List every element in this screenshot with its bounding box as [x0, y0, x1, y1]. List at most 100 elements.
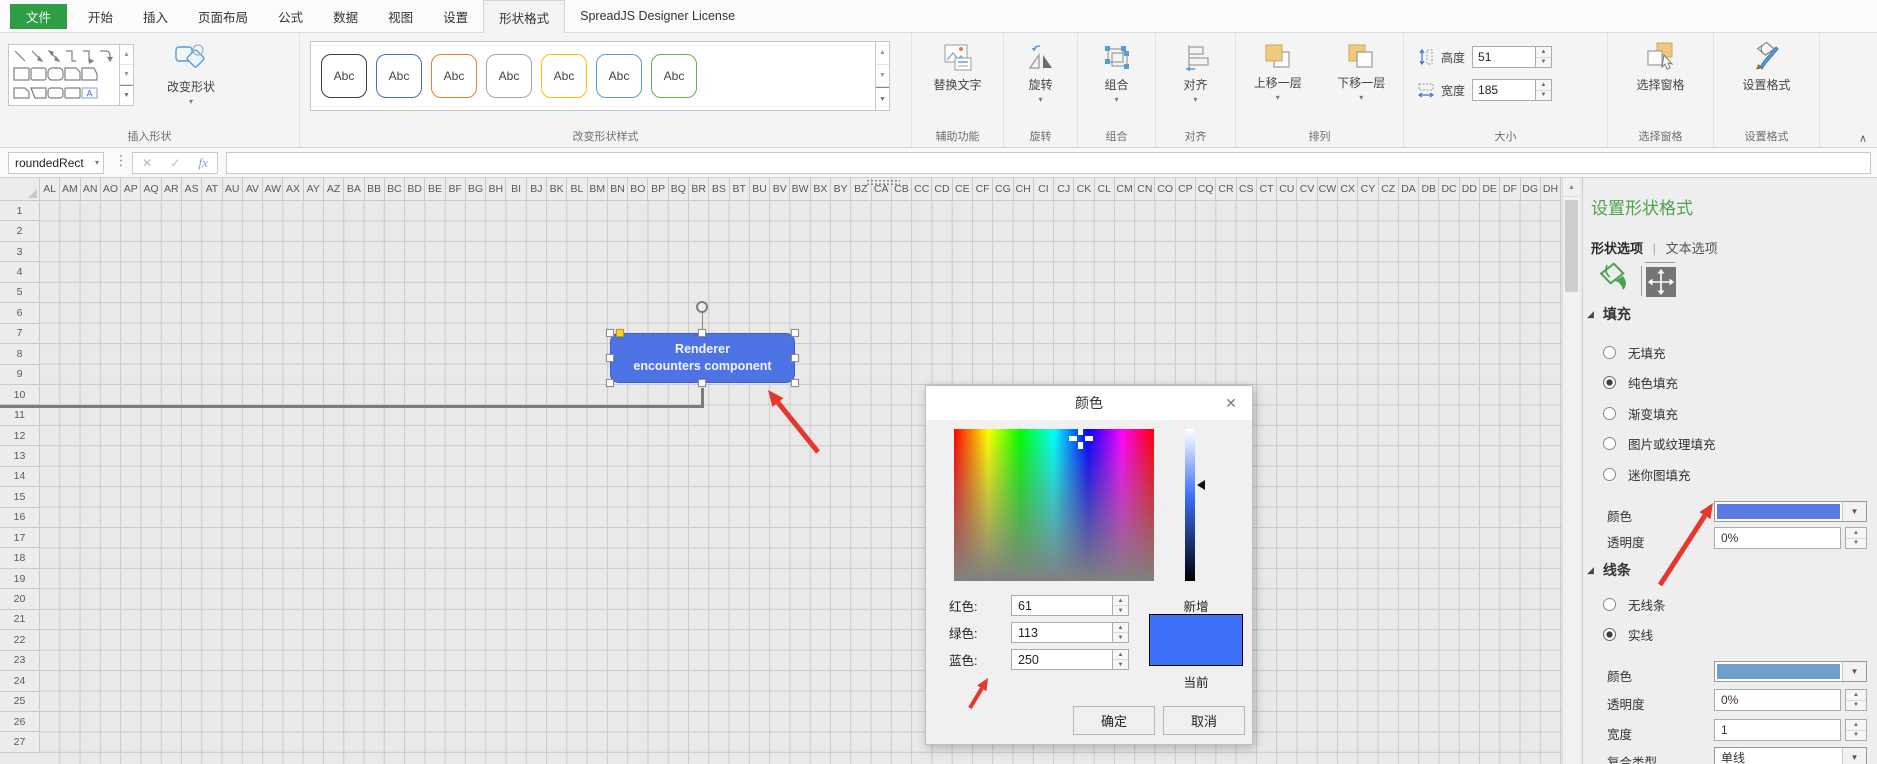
column-header-BL[interactable]: BL: [567, 178, 588, 201]
column-header-BE[interactable]: BE: [425, 178, 446, 201]
row-header-6[interactable]: 6: [0, 303, 40, 324]
selection-pane-button[interactable]: 选择窗格: [1608, 33, 1713, 93]
spin-down-icon[interactable]: ▼: [1113, 606, 1128, 615]
column-header-BB[interactable]: BB: [364, 178, 385, 201]
column-header-BN[interactable]: BN: [607, 178, 629, 201]
line-option[interactable]: 无线条: [1603, 589, 1853, 620]
column-header-CI[interactable]: CI: [1033, 178, 1055, 201]
column-header-CP[interactable]: CP: [1175, 178, 1197, 201]
tab-insert[interactable]: 插入: [128, 0, 183, 32]
resize-handle-ne[interactable]: [791, 329, 799, 337]
radio-icon[interactable]: [1603, 406, 1616, 420]
row-header-12[interactable]: 12: [0, 425, 40, 447]
column-header-BU[interactable]: BU: [749, 178, 771, 201]
column-header-CK[interactable]: CK: [1074, 178, 1095, 201]
column-header-AP[interactable]: AP: [121, 178, 142, 201]
column-header-AO[interactable]: AO: [100, 178, 122, 201]
shape-style-7[interactable]: Abc: [651, 54, 697, 98]
fill-option[interactable]: 图片或纹理填充: [1603, 429, 1853, 460]
column-header-AU[interactable]: AU: [222, 178, 243, 201]
row-header-23[interactable]: 23: [0, 650, 40, 672]
shape-gallery[interactable]: A: [8, 44, 120, 106]
column-header-AQ[interactable]: AQ: [141, 178, 162, 201]
radio-icon[interactable]: [1603, 345, 1616, 359]
splitter-handle[interactable]: [866, 179, 900, 186]
dialog-title-bar[interactable]: 颜色 ✕: [926, 386, 1252, 420]
column-header-CH[interactable]: CH: [1013, 178, 1034, 201]
style-gallery-scrollbar[interactable]: ▲ ▼ ▼: [876, 41, 890, 111]
red-input[interactable]: 61 ▲ ▼: [1011, 595, 1129, 616]
fx-icon[interactable]: fx: [199, 155, 208, 171]
column-header-CM[interactable]: CM: [1114, 178, 1136, 201]
connector-line-horizontal[interactable]: [0, 405, 703, 408]
radio-icon[interactable]: [1603, 437, 1616, 451]
width-spinner[interactable]: 185 ▲ ▼: [1472, 79, 1553, 101]
column-header-BK[interactable]: BK: [547, 178, 568, 201]
column-header-CN[interactable]: CN: [1135, 178, 1156, 201]
column-header-DC[interactable]: DC: [1439, 178, 1460, 201]
column-header-AN[interactable]: AN: [80, 178, 101, 201]
column-header-DB[interactable]: DB: [1419, 178, 1440, 201]
column-header-CT[interactable]: CT: [1256, 178, 1278, 201]
row-header-22[interactable]: 22: [0, 630, 40, 651]
radio-icon[interactable]: [1603, 628, 1616, 642]
chevron-down-icon[interactable]: ▼: [1842, 662, 1866, 681]
line-color-dropdown[interactable]: ▼: [1714, 661, 1867, 682]
tab-shape-options[interactable]: 形状选项: [1591, 241, 1643, 256]
column-header-BS[interactable]: BS: [709, 178, 730, 201]
fill-color-dropdown[interactable]: ▼: [1714, 501, 1867, 522]
column-header-BY[interactable]: BY: [830, 178, 852, 201]
fill-option[interactable]: 无填充: [1603, 337, 1853, 368]
row-header-8[interactable]: 8: [0, 344, 40, 365]
change-shape-button[interactable]: 改变形状 ▾: [150, 35, 232, 106]
column-header-BC[interactable]: BC: [384, 178, 406, 201]
column-header-BV[interactable]: BV: [770, 178, 791, 201]
cancel-entry-icon[interactable]: ✕: [142, 156, 152, 170]
column-header-BO[interactable]: BO: [628, 178, 649, 201]
fill-section-header[interactable]: ◢ 填充: [1587, 304, 1631, 324]
row-header-7[interactable]: 7: [0, 323, 40, 345]
spin-up-icon[interactable]: ▲: [1113, 623, 1128, 633]
column-header-CE[interactable]: CE: [952, 178, 973, 201]
adjust-handle[interactable]: [616, 329, 624, 337]
blue-input[interactable]: 250 ▲ ▼: [1011, 649, 1129, 670]
column-header-CY[interactable]: CY: [1358, 178, 1379, 201]
collapse-ribbon-icon[interactable]: ∧: [1859, 132, 1867, 145]
line-transparency-spinner[interactable]: 0% ▲ ▼: [1714, 689, 1867, 711]
fill-option[interactable]: 纯色填充: [1603, 368, 1853, 399]
row-header-17[interactable]: 17: [0, 528, 40, 549]
column-header-CJ[interactable]: CJ: [1054, 178, 1075, 201]
scroll-up-icon[interactable]: ▲: [1563, 178, 1580, 197]
column-header-CZ[interactable]: CZ: [1378, 178, 1399, 201]
resize-handle-w[interactable]: [606, 354, 614, 362]
row-header-14[interactable]: 14: [0, 466, 40, 488]
column-header-DF[interactable]: DF: [1500, 178, 1521, 201]
value-slider[interactable]: [1185, 429, 1195, 581]
column-header-BG[interactable]: BG: [465, 178, 487, 201]
fill-transparency-spinner[interactable]: 0% ▲ ▼: [1714, 527, 1867, 549]
red-spinner[interactable]: ▲ ▼: [1112, 596, 1128, 615]
row-header-18[interactable]: 18: [0, 548, 40, 569]
scrollbar-thumb[interactable]: [1565, 200, 1578, 292]
rounded-rect-shape[interactable]: Renderer encounters component: [610, 333, 795, 383]
column-header-DA[interactable]: DA: [1398, 178, 1420, 201]
row-header-24[interactable]: 24: [0, 671, 40, 692]
row-header-11[interactable]: 11: [0, 405, 40, 426]
column-header-AT[interactable]: AT: [202, 178, 223, 201]
shape-gallery-scrollbar[interactable]: ▲ ▼ ▼: [120, 44, 134, 106]
column-header-CF[interactable]: CF: [972, 178, 994, 201]
row-header-27[interactable]: 27: [0, 732, 40, 753]
column-header-CG[interactable]: CG: [993, 178, 1014, 201]
radio-icon[interactable]: [1603, 376, 1616, 390]
formula-input[interactable]: [226, 152, 1871, 174]
fill-option[interactable]: 迷你图填充: [1603, 459, 1853, 490]
tab-formulas[interactable]: 公式: [263, 0, 318, 32]
column-header-DH[interactable]: DH: [1540, 178, 1562, 201]
line-section-header[interactable]: ◢ 线条: [1587, 560, 1631, 580]
row-header-21[interactable]: 21: [0, 609, 40, 631]
fill-line-icon[interactable]: [1593, 260, 1631, 298]
column-header-BP[interactable]: BP: [648, 178, 669, 201]
row-header-3[interactable]: 3: [0, 241, 40, 263]
radio-icon[interactable]: [1603, 467, 1616, 481]
column-header-CD[interactable]: CD: [932, 178, 953, 201]
